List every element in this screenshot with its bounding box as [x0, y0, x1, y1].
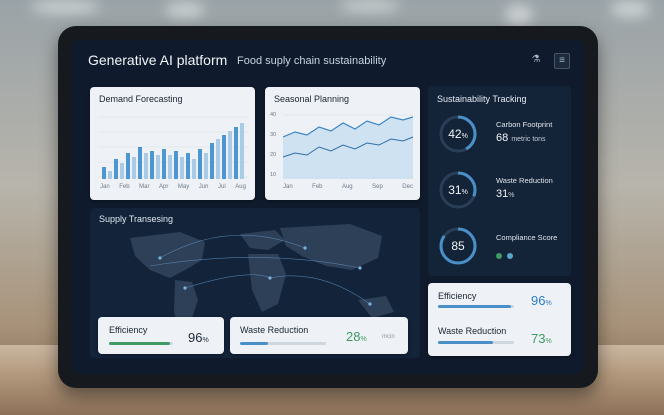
- compliance-dots: [496, 246, 514, 264]
- month-label: Feb: [312, 184, 323, 190]
- bar: [120, 163, 124, 179]
- bar: [156, 155, 160, 179]
- compliance-score-label: Compliance Score: [496, 233, 558, 242]
- waste-progress-track: [240, 342, 326, 345]
- month-label: Jan: [100, 184, 110, 190]
- efficiency-card[interactable]: Efficiency 96%: [98, 317, 224, 354]
- month-label: Apr: [159, 184, 169, 190]
- dashboard-screen: Generative AI platform Food suply chain …: [72, 40, 583, 374]
- bar: [108, 171, 112, 179]
- bar: [150, 151, 154, 179]
- bar: [162, 149, 166, 179]
- month-label: Feb: [119, 184, 130, 190]
- bar: [228, 131, 232, 179]
- carbon-amount: 68 metric tons: [496, 132, 546, 144]
- month-label: Jan: [283, 184, 293, 190]
- waste-progress-fill: [438, 341, 494, 344]
- supply-title: Supply Transesing: [99, 214, 174, 224]
- background-light: [610, 0, 650, 18]
- month-label: Jul: [218, 184, 226, 190]
- efficiency-value: 96%: [188, 330, 209, 345]
- month-label: May: [177, 184, 190, 190]
- bar: [138, 147, 142, 179]
- background-light: [340, 0, 400, 12]
- waste-progress-fill: [240, 342, 268, 345]
- app-title: Generative AI platform: [88, 52, 228, 68]
- bar: [144, 153, 148, 179]
- month-label: Jun: [198, 184, 209, 190]
- waste-percent: 31%: [448, 183, 468, 197]
- month-label: Aug: [341, 184, 353, 190]
- month-label: Aug: [235, 184, 246, 190]
- waste-reduction-label: Waste Reduction: [438, 326, 507, 336]
- background-light: [30, 0, 100, 14]
- efficiency-progress-fill: [109, 342, 171, 345]
- demand-months-axis: Jan Feb Mar Apr May Jun Jul Aug: [100, 184, 246, 190]
- menu-icon[interactable]: ≡: [554, 53, 570, 69]
- waste-reduction-label: Waste Reduction: [240, 325, 309, 335]
- bar: [192, 159, 196, 179]
- bar: [132, 157, 136, 179]
- waste-reduction-value: 73%: [531, 331, 552, 346]
- bar: [102, 167, 106, 179]
- waste-reduction-card[interactable]: Waste Reduction 28% mcin: [230, 317, 408, 354]
- waste-reduction-label: Waste Reduction: [496, 176, 553, 185]
- app-subtitle: Food suply chain sustainability: [237, 55, 387, 67]
- bar: [126, 153, 130, 179]
- bar: [204, 153, 208, 179]
- bar: [174, 151, 178, 179]
- carbon-footprint-label: Carbon Footprint: [496, 120, 553, 129]
- bar: [216, 139, 220, 179]
- waste-progress-track: [438, 341, 514, 344]
- bar: [210, 143, 214, 179]
- flask-icon[interactable]: ⚗: [529, 53, 543, 67]
- bar: [114, 159, 118, 179]
- background-light: [165, 2, 205, 18]
- efficiency-label: Efficiency: [109, 325, 148, 335]
- sustainability-tracking-panel[interactable]: Sustainability Tracking 42% Carbon Footp…: [428, 86, 571, 276]
- compliance-score-value: 85: [451, 239, 465, 253]
- efficiency-progress-track: [109, 342, 173, 345]
- bar: [180, 157, 184, 179]
- efficiency-progress-fill: [438, 305, 511, 308]
- metrics-summary-card[interactable]: Efficiency 96% Waste Reduction 73%: [428, 283, 571, 356]
- sustainability-title: Sustainability Tracking: [437, 94, 527, 104]
- background-light: [505, 4, 533, 26]
- bar: [222, 135, 226, 179]
- month-label: Sep: [372, 184, 383, 190]
- status-dot: [507, 253, 514, 259]
- demand-forecasting-card[interactable]: Demand Forecasting Jan Feb Mar Apr May J…: [90, 87, 255, 200]
- waste-amount: 31%: [496, 188, 515, 200]
- seasonal-area: [283, 117, 413, 179]
- efficiency-label: Efficiency: [438, 291, 477, 301]
- month-label: Dec: [402, 184, 413, 190]
- bar: [186, 153, 190, 179]
- efficiency-progress-track: [438, 305, 514, 308]
- bar: [198, 149, 202, 179]
- carbon-percent: 42%: [448, 127, 468, 141]
- bar: [240, 123, 244, 179]
- waste-reduction-value: 28%: [346, 329, 367, 344]
- bar: [168, 155, 172, 179]
- month-label: Mar: [139, 184, 150, 190]
- bar: [234, 127, 238, 179]
- efficiency-value: 96%: [531, 293, 552, 308]
- seasonal-planning-card[interactable]: Seasonal Planning 40 30 20 10 Jan Feb Au…: [265, 87, 420, 200]
- waste-extra-label: mcin: [382, 334, 395, 340]
- status-dot: [496, 253, 502, 259]
- seasonal-months-axis: Jan Feb Aug Sep Dec: [283, 184, 413, 190]
